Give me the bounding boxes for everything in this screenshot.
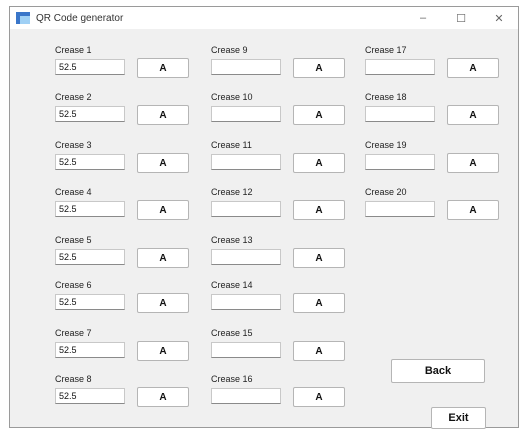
app-icon <box>16 12 30 24</box>
back-button[interactable]: Back <box>391 359 485 383</box>
crease-19-input[interactable] <box>365 154 435 170</box>
crease-1-input[interactable]: 52.5 <box>55 59 125 75</box>
crease-1-a-button[interactable]: A <box>137 58 189 78</box>
crease-18-input[interactable] <box>365 106 435 122</box>
crease-10-a-button[interactable]: A <box>293 105 345 125</box>
crease-16-label: Crease 16 <box>211 374 253 384</box>
crease-20-input[interactable] <box>365 201 435 217</box>
crease-2-input[interactable]: 52.5 <box>55 106 125 122</box>
exit-button[interactable]: Exit <box>431 407 486 429</box>
crease-5-label: Crease 5 <box>55 235 92 245</box>
crease-14-input[interactable] <box>211 294 281 310</box>
window-controls: – ☐ ✕ <box>404 7 518 29</box>
crease-9-input[interactable] <box>211 59 281 75</box>
crease-16-a-button[interactable]: A <box>293 387 345 407</box>
crease-8-label: Crease 8 <box>55 374 92 384</box>
crease-9-label: Crease 9 <box>211 45 248 55</box>
crease-18-a-button[interactable]: A <box>447 105 499 125</box>
crease-3-input[interactable]: 52.5 <box>55 154 125 170</box>
crease-2-label: Crease 2 <box>55 92 92 102</box>
crease-15-a-button[interactable]: A <box>293 341 345 361</box>
close-button[interactable]: ✕ <box>480 7 518 29</box>
crease-6-label: Crease 6 <box>55 280 92 290</box>
crease-12-input[interactable] <box>211 201 281 217</box>
crease-2-a-button[interactable]: A <box>137 105 189 125</box>
crease-15-input[interactable] <box>211 342 281 358</box>
crease-7-a-button[interactable]: A <box>137 341 189 361</box>
crease-13-label: Crease 13 <box>211 235 253 245</box>
crease-15-label: Crease 15 <box>211 328 253 338</box>
crease-11-label: Crease 11 <box>211 140 252 150</box>
app-window: QR Code generator – ☐ ✕ Crease 1 52.5 A Cre… <box>9 6 519 429</box>
crease-11-a-button[interactable]: A <box>293 153 345 173</box>
crease-12-a-button[interactable]: A <box>293 200 345 220</box>
crease-18-label: Crease 18 <box>365 92 407 102</box>
crease-19-a-button[interactable]: A <box>447 153 499 173</box>
crease-17-label: Crease 17 <box>365 45 407 55</box>
crease-10-label: Crease 10 <box>211 92 253 102</box>
crease-6-input[interactable]: 52.5 <box>55 294 125 310</box>
crease-17-input[interactable] <box>365 59 435 75</box>
minimize-button[interactable]: – <box>404 7 442 29</box>
crease-3-a-button[interactable]: A <box>137 153 189 173</box>
crease-7-label: Crease 7 <box>55 328 92 338</box>
title-bar: QR Code generator – ☐ ✕ <box>10 7 518 29</box>
crease-3-label: Crease 3 <box>55 140 92 150</box>
crease-5-a-button[interactable]: A <box>137 248 189 268</box>
maximize-button[interactable]: ☐ <box>442 7 480 29</box>
window-title: QR Code generator <box>36 12 124 24</box>
crease-7-input[interactable]: 52.5 <box>55 342 125 358</box>
crease-4-a-button[interactable]: A <box>137 200 189 220</box>
crease-10-input[interactable] <box>211 106 281 122</box>
crease-17-a-button[interactable]: A <box>447 58 499 78</box>
crease-5-input[interactable]: 52.5 <box>55 249 125 265</box>
crease-16-input[interactable] <box>211 388 281 404</box>
crease-6-a-button[interactable]: A <box>137 293 189 313</box>
crease-4-input[interactable]: 52.5 <box>55 201 125 217</box>
crease-13-input[interactable] <box>211 249 281 265</box>
crease-8-input[interactable]: 52.5 <box>55 388 125 404</box>
crease-4-label: Crease 4 <box>55 187 92 197</box>
crease-14-label: Crease 14 <box>211 280 253 290</box>
crease-19-label: Crease 19 <box>365 140 407 150</box>
crease-20-a-button[interactable]: A <box>447 200 499 220</box>
crease-12-label: Crease 12 <box>211 187 253 197</box>
crease-13-a-button[interactable]: A <box>293 248 345 268</box>
crease-1-label: Crease 1 <box>55 45 92 55</box>
crease-20-label: Crease 20 <box>365 187 407 197</box>
crease-14-a-button[interactable]: A <box>293 293 345 313</box>
crease-8-a-button[interactable]: A <box>137 387 189 407</box>
crease-9-a-button[interactable]: A <box>293 58 345 78</box>
crease-11-input[interactable] <box>211 154 281 170</box>
